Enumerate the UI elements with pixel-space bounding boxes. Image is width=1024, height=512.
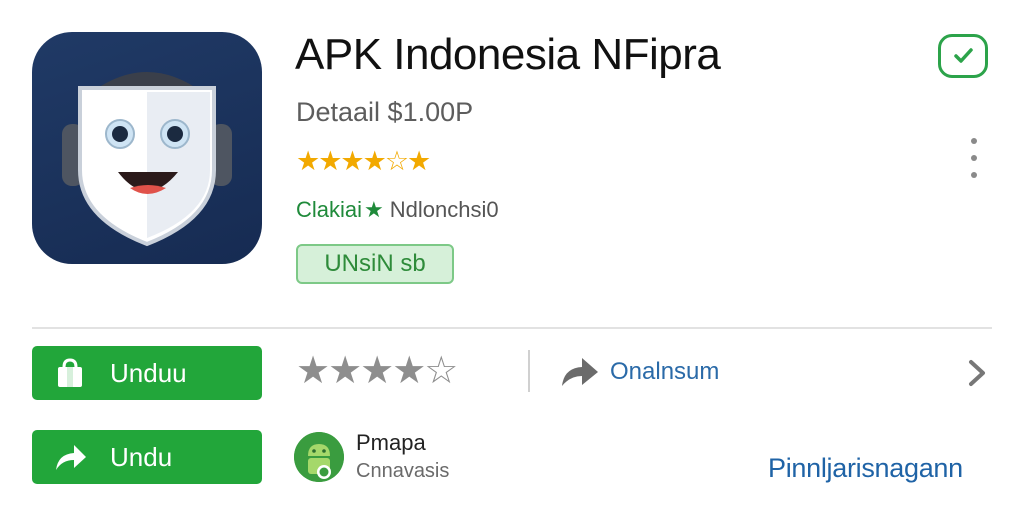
star-icon: ★ bbox=[364, 197, 384, 222]
download-label: Unduu bbox=[110, 357, 187, 388]
category-value: Ndlonchsi0 bbox=[389, 197, 499, 222]
divider bbox=[32, 327, 992, 329]
more-vertical-icon bbox=[971, 138, 977, 144]
category-label: Clakiai bbox=[296, 197, 363, 222]
verified-button[interactable] bbox=[938, 34, 988, 78]
vertical-divider bbox=[528, 350, 530, 392]
app-title: APK Indonesia NFipra bbox=[295, 30, 721, 79]
share-icon[interactable] bbox=[560, 356, 600, 388]
more-info-link[interactable]: Pinnljarisnagann bbox=[768, 453, 963, 484]
status-badge: UNsiN sb bbox=[296, 244, 454, 284]
check-badge-icon bbox=[954, 48, 973, 63]
shield-mascot-icon bbox=[62, 72, 232, 247]
android-avatar-icon bbox=[294, 432, 344, 482]
developer-avatar[interactable] bbox=[294, 432, 344, 482]
app-category: Clakiai★ Ndlonchsi0 bbox=[296, 197, 499, 223]
share-green-button[interactable]: Undu bbox=[32, 430, 262, 484]
more-options-button[interactable] bbox=[962, 138, 986, 178]
share-arrow-icon bbox=[52, 439, 88, 475]
shopping-bag-icon bbox=[52, 355, 88, 391]
share-button-label: Undu bbox=[110, 441, 173, 472]
download-button[interactable]: Unduu bbox=[32, 346, 262, 400]
developer-name: Pmapa bbox=[356, 430, 426, 455]
developer-subtitle: Cnnavasis bbox=[356, 460, 450, 482]
share-link[interactable]: Onalnsum bbox=[610, 358, 719, 386]
app-star-rating: ★★★★☆★ bbox=[296, 146, 431, 176]
chevron-right-icon[interactable] bbox=[962, 358, 990, 388]
app-icon bbox=[32, 32, 262, 264]
rate-stars[interactable]: ★★★★☆ bbox=[296, 348, 458, 393]
app-detail-price: Detaail $1.00P bbox=[296, 97, 474, 127]
